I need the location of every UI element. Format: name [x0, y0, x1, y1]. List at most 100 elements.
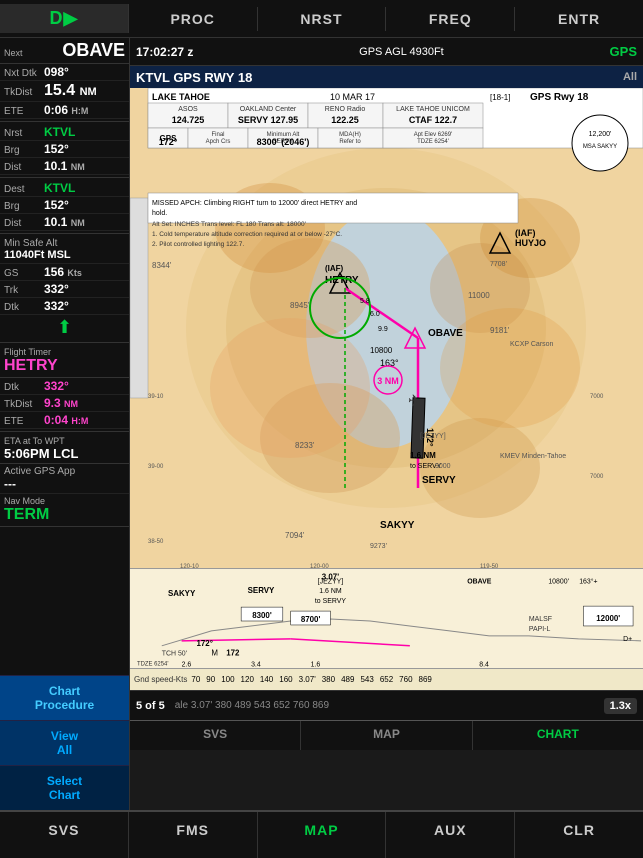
tkdist-label: TkDist [4, 87, 44, 98]
nav-icon[interactable]: D▶ [0, 4, 129, 33]
top-navigation: D▶ Proc Nrst Freq Entr [0, 0, 643, 38]
svg-text:(IAF): (IAF) [515, 228, 536, 238]
bottom-nav-svs[interactable]: SVS [0, 812, 129, 858]
svg-text:124.725: 124.725 [172, 115, 205, 125]
svg-text:1. Cold temperature altitude c: 1. Cold temperature altitude correction … [152, 230, 342, 238]
chart-area: 17:02:27 z GPS AGL 4930Ft GPS KTVL GPS R… [130, 38, 643, 810]
dest-dist-value: 10.1 NM [44, 215, 85, 229]
ete-row: ETE 0:06 H:M [0, 102, 129, 119]
ft-tkdist-value: 9.3 NM [44, 396, 78, 410]
svg-text:12,200': 12,200' [589, 131, 612, 138]
tkdist-row: TkDist 15.4 NM [0, 81, 129, 102]
chart-view-tabs: SVS MAP CHART [130, 720, 643, 750]
svg-text:Apt Elev 6269': Apt Elev 6269' [414, 132, 453, 138]
chart-bottom-strip: 5 of 5 ale 3.07' 380 489 543 652 760 869… [130, 690, 643, 720]
svg-text:SAKYY: SAKYY [380, 520, 415, 531]
svg-text:KMEV Minden-Tahoe: KMEV Minden-Tahoe [500, 453, 566, 460]
svg-text:10800': 10800' [548, 578, 569, 585]
dest-brg-label: Brg [4, 201, 44, 212]
view-all-button[interactable]: ViewAll [0, 720, 129, 765]
svg-text:OBAVE: OBAVE [467, 578, 492, 585]
svg-text:✈: ✈ [408, 393, 421, 410]
gs-value: 156 Kts [44, 265, 82, 279]
nav-proc[interactable]: Proc [129, 7, 258, 31]
ft-dtk-label: Dtk [4, 382, 44, 393]
eta-value: 5:06PM LCL [4, 446, 125, 461]
ft-tkdist-label: TkDist [4, 399, 44, 410]
svg-text:5.8: 5.8 [360, 298, 370, 305]
svg-text:2.6: 2.6 [182, 662, 192, 668]
svg-text:HUYJO: HUYJO [515, 238, 546, 248]
zoom-level: 1.3x [604, 698, 637, 714]
bottom-nav-clr[interactable]: CLR [515, 812, 643, 858]
svg-text:8945': 8945' [290, 301, 310, 310]
svg-text:RENO Radio: RENO Radio [325, 106, 366, 113]
ft-ete-value: 0:04 H:M [44, 413, 88, 427]
svg-text:ASOS: ASOS [178, 106, 198, 113]
tab-map[interactable]: MAP [301, 721, 472, 750]
nav-entr[interactable]: Entr [515, 7, 643, 31]
bottom-nav-aux[interactable]: AUX [386, 812, 515, 858]
bottom-navigation: SVS FMS MAP AUX CLR [0, 810, 643, 858]
svg-text:3.4: 3.4 [251, 662, 261, 668]
nav-freq[interactable]: Freq [386, 7, 515, 31]
gps-badge: GPS [610, 44, 637, 59]
svg-text:1.6 NM: 1.6 NM [410, 451, 436, 460]
dist-label: Dist [4, 162, 44, 173]
flight-timer-name: HETRY [4, 357, 125, 375]
svg-text:MDA(H): MDA(H) [339, 132, 361, 138]
bottom-nav-map[interactable]: MAP [258, 812, 387, 858]
flight-timer-label: Flight Timer [4, 347, 125, 357]
bottom-nav-fms[interactable]: FMS [129, 812, 258, 858]
trk-label: Trk [4, 285, 44, 296]
active-gps-block: Active GPS App --- [0, 464, 129, 494]
svg-text:Alt Set: INCHES Trans: Alt Set: INCHES Trans level: FL 180 Tran… [152, 221, 306, 228]
svg-text:8.4: 8.4 [479, 662, 489, 668]
svg-text:1.6 NM: 1.6 NM [319, 588, 342, 595]
dest-dist-row: Dist 10.1 NM [0, 214, 129, 231]
dist-value: 10.1 NM [44, 159, 85, 173]
svg-text:OAKLAND Center: OAKLAND Center [240, 106, 297, 113]
nav-mode-block: Nav Mode TERM [0, 494, 129, 527]
svg-text:120-00: 120-00 [310, 564, 329, 568]
gs-row: GS 156 Kts [0, 264, 129, 281]
nav-mode-label: Nav Mode [4, 496, 125, 506]
min-safe-alt-block: Min Safe Alt 11040Ft MSL [0, 236, 129, 264]
svg-text:GPS Rwy 18: GPS Rwy 18 [530, 92, 589, 103]
trk-row: Trk 332° [0, 281, 129, 298]
dest-value: KTVL [44, 181, 75, 195]
svg-text:8300' (2046'): 8300' (2046') [257, 137, 310, 147]
svg-text:11000: 11000 [468, 291, 490, 300]
chart-subtitle-right: All [623, 71, 637, 83]
svg-text:Apch Crs: Apch Crs [206, 139, 231, 145]
nrst-value: KTVL [44, 125, 75, 139]
nav-nrst[interactable]: Nrst [258, 7, 387, 31]
dest-brg-row: Brg 152° [0, 197, 129, 214]
chart-header-strip: 17:02:27 z GPS AGL 4930Ft GPS [130, 38, 643, 66]
svg-text:PAPI-L: PAPI-L [529, 626, 551, 633]
brg-label: Brg [4, 145, 44, 156]
page-indicator: 5 of 5 [136, 700, 165, 712]
svg-text:8700': 8700' [301, 615, 321, 624]
svg-text:D+: D+ [623, 636, 632, 643]
dest-row: Dest KTVL [0, 180, 129, 197]
nxt-dtk-row: Nxt Dtk 098° [0, 64, 129, 81]
active-gps-label: Active GPS App [4, 466, 125, 477]
tab-svs[interactable]: SVS [130, 721, 301, 750]
speed-label: Gnd speed-Kts [134, 675, 187, 684]
tkdist-value: 15.4 NM [44, 82, 97, 100]
svg-text:MISSED APCH: Climbing RIGHT tu: MISSED APCH: Climbing RIGHT turn to 1200… [152, 200, 357, 207]
chart-procedure-button[interactable]: ChartProcedure [0, 675, 129, 720]
select-chart-button[interactable]: SelectChart [0, 765, 129, 810]
svg-text:3.07': 3.07' [322, 572, 339, 581]
svg-text:SAKYY: SAKYY [168, 589, 196, 598]
dtk-value: 332° [44, 299, 69, 313]
ft-dtk-row: Dtk 332° [0, 378, 129, 395]
tab-chart[interactable]: CHART [473, 721, 643, 750]
svg-text:(IAF): (IAF) [325, 264, 344, 273]
svg-text:9181': 9181' [490, 326, 510, 335]
svg-text:9.9: 9.9 [378, 326, 388, 333]
svg-text:12000': 12000' [596, 614, 620, 623]
svg-text:172°: 172° [196, 639, 212, 648]
direction-arrow: ⬆ [0, 315, 129, 340]
